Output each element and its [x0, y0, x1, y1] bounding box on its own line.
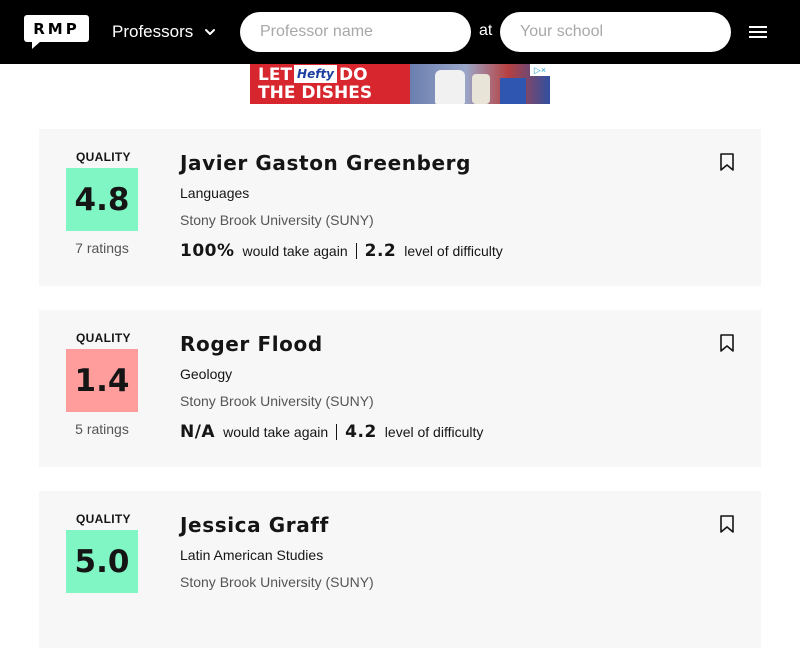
ad-bottle-shape: [472, 74, 490, 104]
feedback-row: N/A would take again 4.2 level of diffic…: [180, 421, 483, 443]
ad-line1-before: LET: [258, 65, 293, 85]
department: Latin American Studies: [180, 547, 324, 563]
department: Geology: [180, 366, 233, 382]
advertisement-banner[interactable]: LET Hefty DO THE DISHES ▷×: [250, 64, 550, 104]
difficulty-label: level of difficulty: [404, 243, 503, 259]
bookmark-icon[interactable]: [719, 152, 735, 172]
school-name: Stony Brook University (SUNY): [180, 393, 374, 409]
search-type-label: Professors: [112, 22, 194, 41]
professor-card[interactable]: QUALITY 4.8 7 ratings Javier Gaston Gree…: [39, 129, 761, 286]
quality-label: QUALITY: [76, 512, 131, 526]
professor-name-input[interactable]: [240, 12, 471, 52]
bookmark-icon[interactable]: [719, 514, 735, 534]
ad-box-shape: [500, 78, 526, 104]
take-again-label: would take again: [242, 243, 348, 259]
professor-card[interactable]: QUALITY 5.0 Jessica Graff Latin American…: [39, 491, 761, 648]
rmp-logo[interactable]: RMP: [24, 15, 89, 49]
department: Languages: [180, 185, 250, 201]
ad-jug-shape: [435, 70, 465, 104]
school-name: Stony Brook University (SUNY): [180, 574, 374, 590]
quality-score: 1.4: [66, 349, 138, 412]
professor-name: Jessica Graff: [180, 513, 329, 537]
take-again-label: would take again: [223, 424, 329, 440]
quality-score: 5.0: [66, 530, 138, 593]
ad-choices-icon[interactable]: ▷×: [530, 64, 550, 76]
ad-line2: THE DISHES: [258, 83, 373, 103]
quality-label: QUALITY: [76, 150, 131, 164]
at-label: at: [479, 22, 493, 39]
quality-label: QUALITY: [76, 331, 131, 345]
bookmark-icon[interactable]: [719, 333, 735, 353]
site-header: RMP Professors at: [0, 0, 800, 64]
hamburger-menu-icon[interactable]: [748, 22, 768, 42]
chevron-down-icon: [205, 29, 216, 35]
school-name: Stony Brook University (SUNY): [180, 212, 374, 228]
difficulty-value: 4.2: [345, 422, 377, 442]
professor-name: Roger Flood: [180, 332, 323, 356]
feedback-row: 100% would take again 2.2 level of diffi…: [180, 240, 503, 262]
quality-score: 4.8: [66, 168, 138, 231]
ratings-count: 5 ratings: [75, 421, 129, 437]
logo-speech-tail: [32, 41, 41, 49]
logo-text: RMP: [24, 15, 89, 42]
professor-card[interactable]: QUALITY 1.4 5 ratings Roger Flood Geolog…: [39, 310, 761, 467]
difficulty-label: level of difficulty: [384, 424, 484, 440]
professor-name: Javier Gaston Greenberg: [180, 151, 472, 175]
school-input[interactable]: [500, 12, 731, 52]
search-type-dropdown[interactable]: Professors: [112, 20, 217, 44]
feedback-divider: [336, 424, 338, 440]
ad-brand-logo: Hefty: [294, 65, 338, 83]
take-again-value: 100%: [180, 241, 235, 261]
feedback-divider: [355, 243, 357, 259]
ratings-count: 7 ratings: [75, 240, 129, 256]
ad-headline: LET Hefty DO THE DISHES: [258, 65, 372, 102]
difficulty-value: 2.2: [364, 241, 397, 261]
take-again-value: N/A: [180, 422, 216, 442]
ad-line1-after: DO: [339, 65, 368, 85]
